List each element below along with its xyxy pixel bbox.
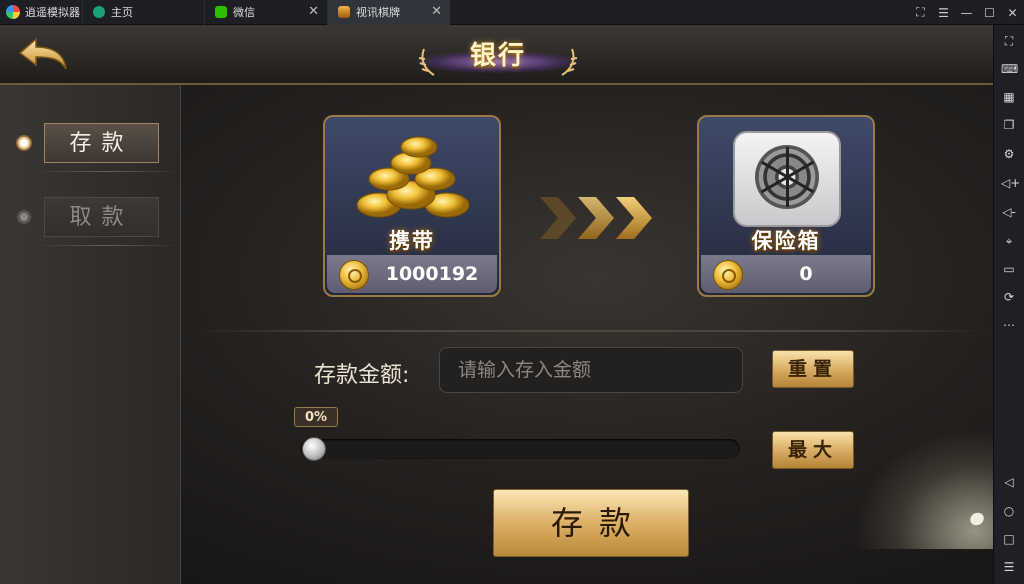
app-name: 逍遥模拟器 <box>25 6 80 19</box>
volume-up-icon[interactable]: ◁+ <box>1001 175 1020 191</box>
safe-dial-icon <box>755 145 819 209</box>
tab-home[interactable]: 主页 <box>82 0 204 25</box>
game-tab-icon <box>338 6 350 18</box>
emulator-titlebar: 逍遥模拟器 主页 微信 ✕ 视讯棋牌 ✕ ⛶ ☰ — ☐ ✕ <box>0 0 1024 25</box>
emulator-app-menu[interactable]: 逍遥模拟器 <box>0 0 82 25</box>
fullscreen-icon[interactable]: ⛶ <box>1001 33 1017 49</box>
safe-icon <box>733 131 841 227</box>
menu-nav-icon[interactable]: ☰ <box>1001 559 1017 575</box>
folder-icon[interactable]: ▭ <box>1001 261 1017 277</box>
safe-label: 保险箱 <box>751 229 821 253</box>
section-divider <box>196 330 986 332</box>
apk-install-icon[interactable]: ▦ <box>1001 89 1017 105</box>
tab-wechat[interactable]: 微信 ✕ <box>204 0 327 25</box>
home-nav-icon[interactable]: ○ <box>1001 503 1017 519</box>
fullscreen-toggle-icon[interactable]: ⛶ <box>909 5 932 20</box>
safe-balance-bar: 0 <box>701 255 871 293</box>
safe-balance: 0 <box>799 263 813 285</box>
window-close-icon[interactable]: ✕ <box>1001 6 1024 20</box>
coin-icon <box>339 260 369 290</box>
back-nav-icon[interactable]: ◁ <box>1001 474 1017 490</box>
bank-header: 银行 <box>0 25 993 85</box>
tab-home-label: 主页 <box>111 6 133 19</box>
radio-selected-icon <box>16 135 32 151</box>
minimize-icon[interactable]: — <box>955 6 978 20</box>
carry-balance: 1000192 <box>385 263 479 285</box>
bank-screen: 银行 存款 取款 携带 1000192 保险箱 0 存款金额: 请输入存入金额 … <box>0 25 993 584</box>
back-button[interactable] <box>14 33 70 75</box>
carry-card: 携带 1000192 <box>323 115 501 297</box>
tab-wechat-label: 微信 <box>233 6 255 19</box>
bank-title: 银行 <box>406 29 590 81</box>
home-tab-icon <box>93 6 105 18</box>
back-arrow-icon <box>18 37 67 70</box>
menu-item-withdraw[interactable]: 取款 <box>16 197 179 246</box>
more-icon[interactable]: ⋯ <box>1001 317 1017 333</box>
transfer-arrows-icon <box>540 197 652 239</box>
multi-window-icon[interactable]: ❐ <box>1001 117 1017 133</box>
menu-divider <box>34 245 179 246</box>
close-icon[interactable]: ✕ <box>308 4 319 19</box>
coin-icon <box>713 260 743 290</box>
menu-divider <box>34 171 179 172</box>
percent-badge: 0% <box>294 407 338 427</box>
spotlight-glow <box>855 429 993 549</box>
amount-slider[interactable] <box>300 437 740 461</box>
carry-label: 携带 <box>389 229 435 253</box>
amount-label: 存款金额: <box>314 363 410 388</box>
emulator-window: 逍遥模拟器 主页 微信 ✕ 视讯棋牌 ✕ ⛶ ☰ — ☐ ✕ ⛶ ⌨ ▦ ❐ ⚙ <box>0 0 1024 584</box>
radio-unselected-icon <box>16 209 32 225</box>
window-controls: ⛶ ☰ — ☐ ✕ <box>909 0 1024 25</box>
amount-input[interactable]: 请输入存入金额 <box>439 347 743 393</box>
slider-knob[interactable] <box>302 437 326 461</box>
menu-icon[interactable]: ☰ <box>932 6 955 20</box>
safe-card: 保险箱 0 <box>697 115 875 297</box>
location-icon[interactable]: ⌖ <box>1001 233 1017 249</box>
close-icon[interactable]: ✕ <box>431 4 442 19</box>
bank-menu: 存款 取款 <box>0 85 181 584</box>
menu-item-deposit[interactable]: 存款 <box>16 123 179 172</box>
wechat-tab-icon <box>215 6 227 18</box>
settings-icon[interactable]: ⚙ <box>1001 146 1017 162</box>
reset-button[interactable]: 重置 <box>772 350 854 388</box>
menu-deposit-label: 存款 <box>44 123 159 163</box>
coin-stack-icon <box>356 136 470 218</box>
emulator-logo-icon <box>6 5 20 19</box>
carry-balance-bar: 1000192 <box>327 255 497 293</box>
rotate-icon[interactable]: ⟳ <box>1001 289 1017 305</box>
keyboard-icon[interactable]: ⌨ <box>1001 61 1018 77</box>
recents-nav-icon[interactable]: □ <box>1001 531 1017 547</box>
menu-withdraw-label: 取款 <box>44 197 159 237</box>
emulator-toolbar: ⛶ ⌨ ▦ ❐ ⚙ ◁+ ◁- ⌖ ▭ ⟳ ⋯ ◁ ○ □ ☰ <box>993 25 1024 584</box>
volume-down-icon[interactable]: ◁- <box>1001 204 1017 220</box>
max-button[interactable]: 最大 <box>772 431 854 469</box>
maximize-icon[interactable]: ☐ <box>978 6 1001 20</box>
deposit-submit-button[interactable]: 存款 <box>493 489 689 557</box>
tab-game[interactable]: 视讯棋牌 ✕ <box>327 0 450 25</box>
page-title: 银行 <box>469 41 526 71</box>
tab-game-label: 视讯棋牌 <box>356 6 400 19</box>
